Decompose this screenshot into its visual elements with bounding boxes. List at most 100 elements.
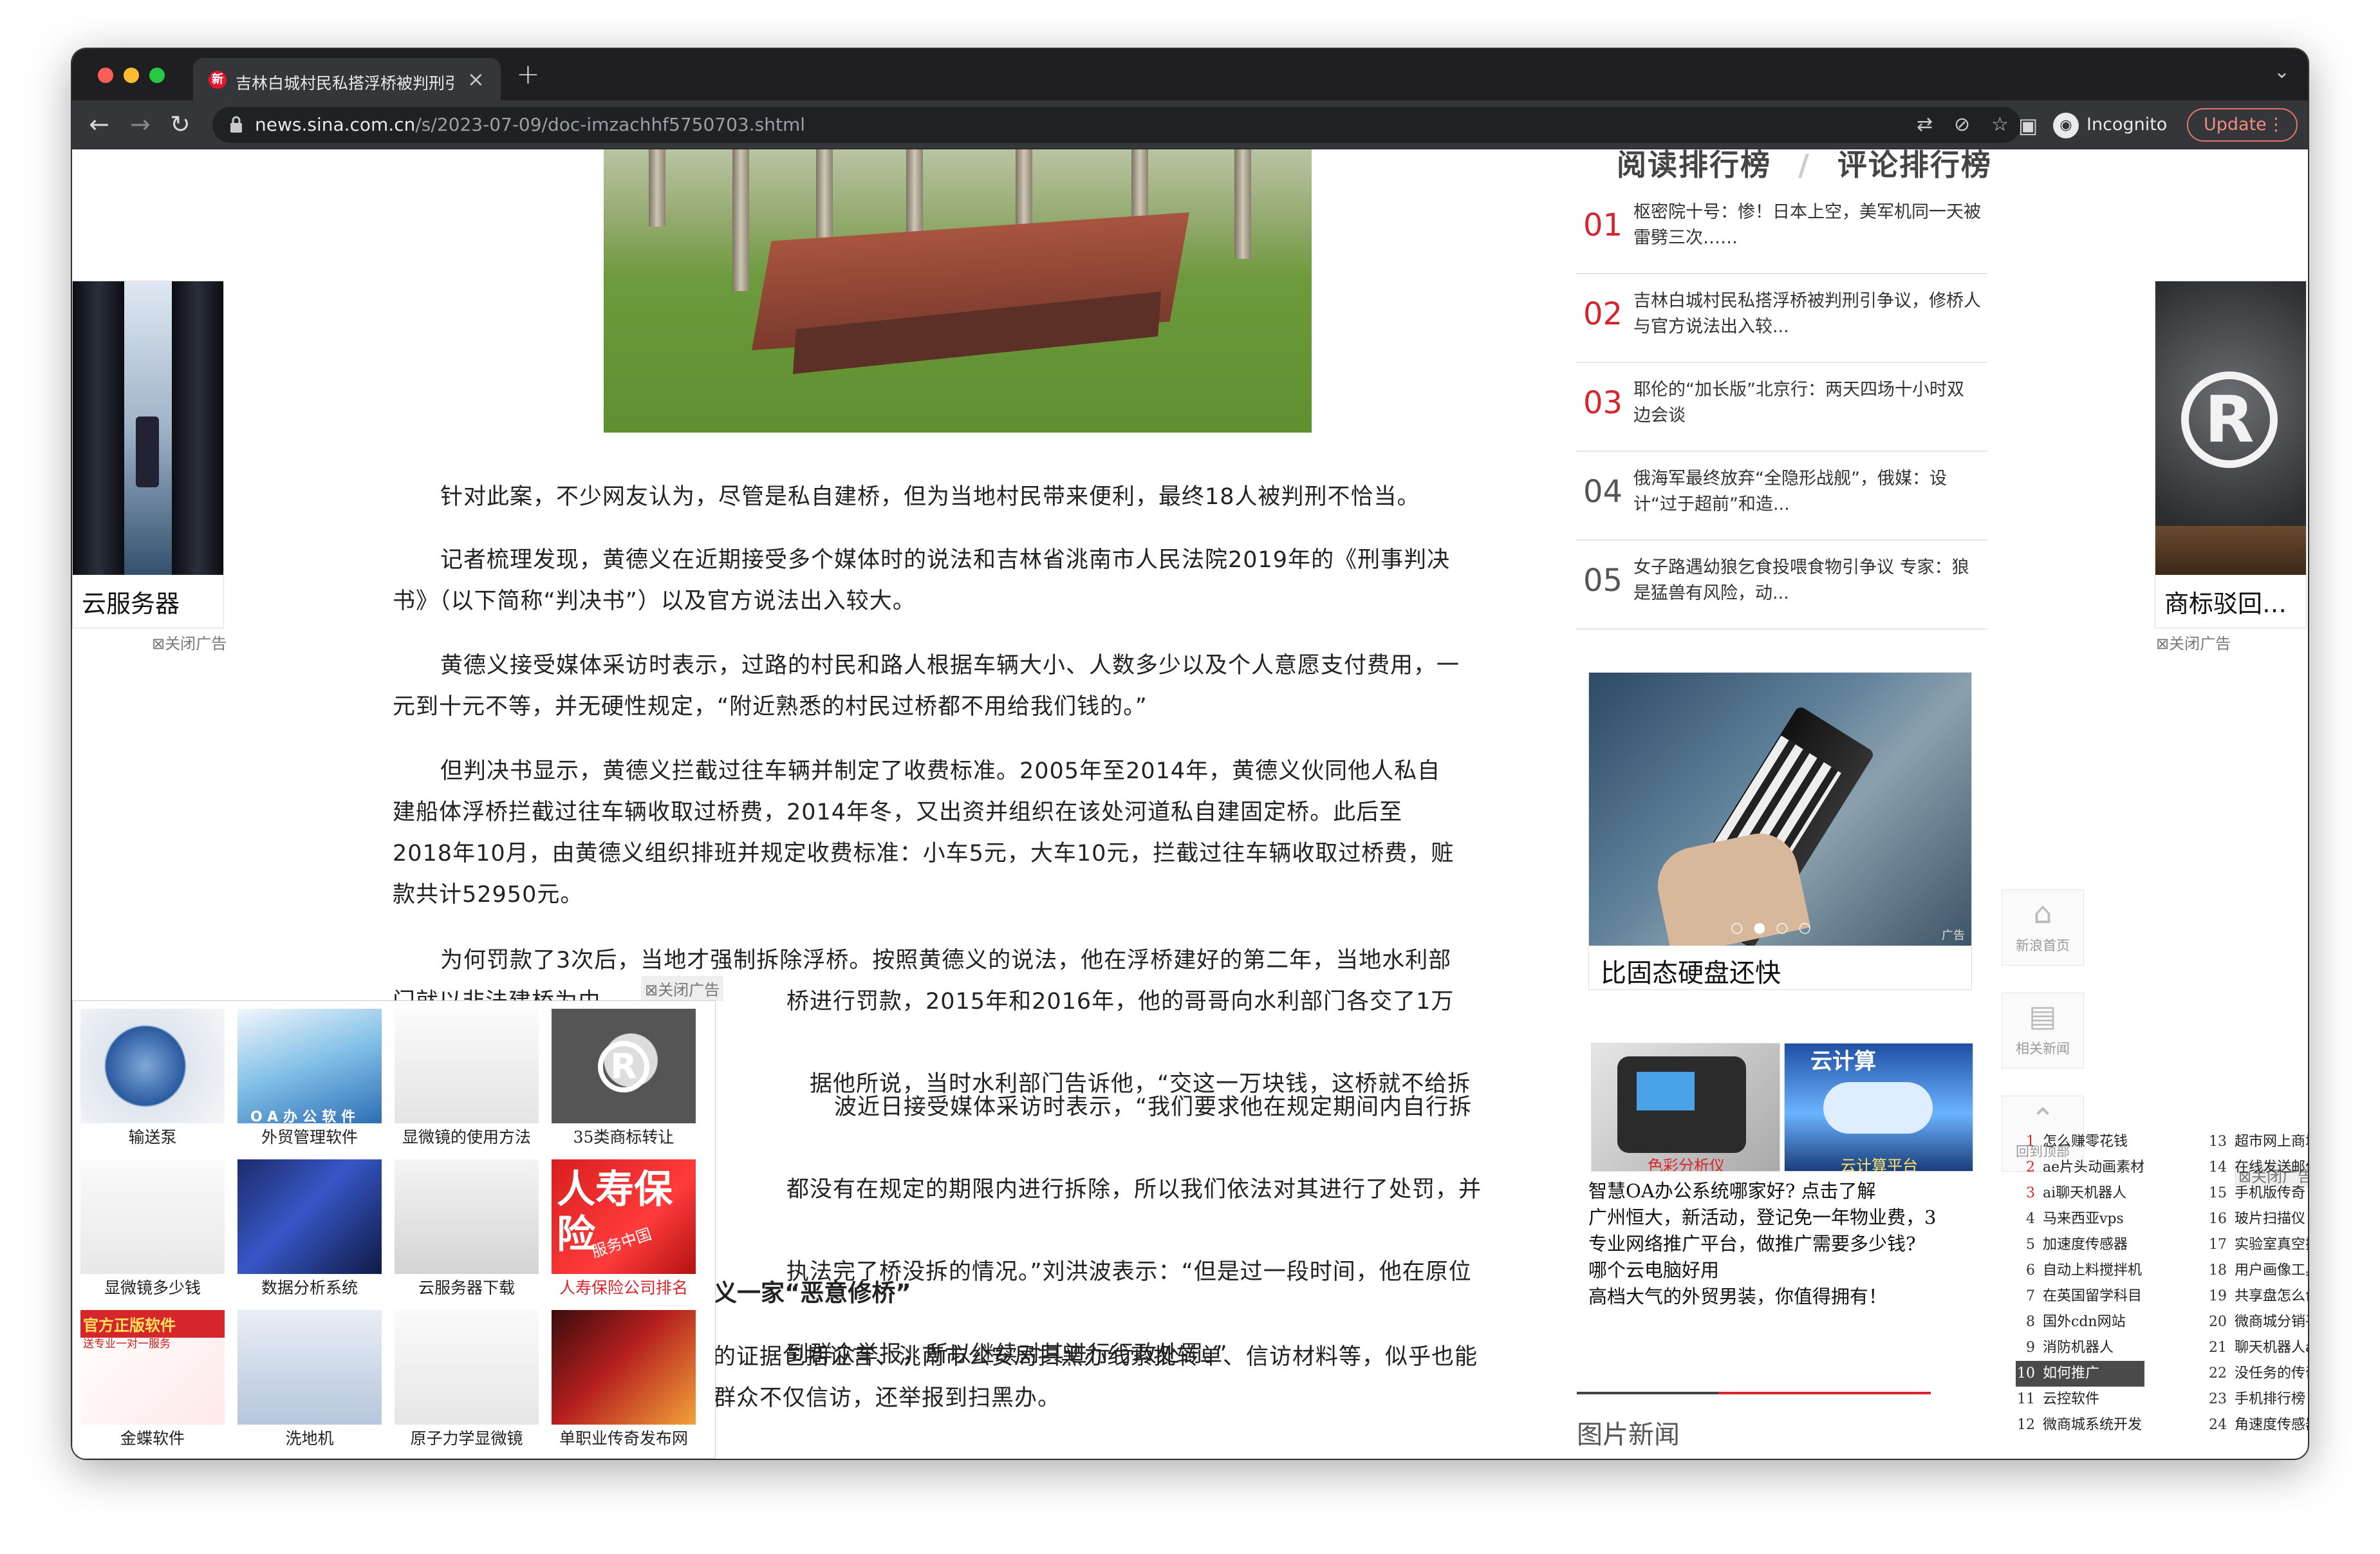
- keyword-item[interactable]: 15 手机版传奇: [2208, 1181, 2308, 1206]
- grid-ad-item[interactable]: 原子力学显微镜: [391, 1306, 543, 1448]
- keyword-item[interactable]: 10 如何推广: [2016, 1361, 2145, 1387]
- float-nav-related[interactable]: ▤ 相关新闻: [2002, 993, 2084, 1069]
- lock-icon[interactable]: [229, 115, 243, 135]
- right-side-ad[interactable]: R 商标驳回…: [2155, 281, 2307, 628]
- sidepanel-icon[interactable]: ▣: [2018, 113, 2038, 138]
- keyword-item[interactable]: 24 角速度传感器: [2208, 1412, 2308, 1438]
- grid-ad-item[interactable]: 官方正版软件 送专业一对一服务 金蝶软件: [77, 1306, 228, 1448]
- close-window-button[interactable]: [98, 68, 113, 83]
- slide-ad-caption: 比固态硬盘还快: [1601, 959, 1781, 988]
- keyword-rank: 20: [2209, 1314, 2227, 1330]
- keyword-item[interactable]: 5 加速度传感器: [2016, 1232, 2144, 1258]
- keyword-item[interactable]: 23 手机排行榜: [2208, 1387, 2308, 1412]
- grid-ad-image: [80, 1009, 225, 1123]
- tab-search-icon[interactable]: ⌄: [2274, 61, 2290, 83]
- keyword-rank: 1: [2026, 1134, 2035, 1150]
- grid-ad-item[interactable]: R 35类商标转让: [548, 1005, 700, 1147]
- rank-item[interactable]: 05 女子路遇幼狼乞食投喂食物引争议 专家：狼是猛兽有风险，动...: [1576, 541, 1987, 630]
- keyword-text: 自动上料搅拌机: [2043, 1262, 2143, 1278]
- ad-text-link[interactable]: 广州恒大，新活动，登记免一年物业费，3: [1588, 1204, 1977, 1230]
- keyword-item[interactable]: 16 玻片扫描仪: [2208, 1206, 2308, 1232]
- ad-text-link[interactable]: 哪个云电脑好用: [1588, 1257, 1977, 1283]
- left-side-ad[interactable]: 云服务器: [72, 281, 224, 628]
- ad-text-link[interactable]: 高档大气的外贸男装，你值得拥有！: [1588, 1284, 1977, 1309]
- grid-ad-label: 单职业传奇发布网: [559, 1429, 688, 1448]
- keyword-item[interactable]: 6 自动上料搅拌机: [2016, 1258, 2144, 1284]
- grid-ad-image: [395, 1310, 539, 1425]
- rank-item[interactable]: 04 俄海军最终放弃“全隐形战舰”，俄媒：设计“过于超前”和造...: [1576, 452, 1987, 541]
- slide-ad[interactable]: ○●○○ 广告 比固态硬盘还快: [1588, 672, 1972, 990]
- minimize-window-button[interactable]: [124, 68, 139, 83]
- keyword-item[interactable]: 13 超市网上商城: [2208, 1129, 2308, 1155]
- grid-ad-item[interactable]: 人寿保险 服务中国 人寿保险公司排名: [548, 1156, 700, 1297]
- update-button[interactable]: Update ⋮: [2187, 108, 2298, 142]
- translate-icon[interactable]: ⇄: [1917, 113, 1933, 136]
- keyword-item[interactable]: 7 在英国留学科目: [2016, 1284, 2144, 1309]
- keyword-item[interactable]: 22 没任务的传奇: [2208, 1361, 2308, 1387]
- rank-item[interactable]: 01 枢密院十号：惨！日本上空，美军机同一天被雷劈三次……: [1576, 185, 1987, 274]
- grid-ad-close-button[interactable]: ⊠关闭广告: [641, 976, 724, 1001]
- tab-reading-rank[interactable]: 阅读排行榜: [1617, 149, 1771, 182]
- grid-ad-item[interactable]: 单职业传奇发布网: [548, 1306, 700, 1448]
- keyword-text: 消防机器人: [2043, 1340, 2114, 1356]
- address-bar[interactable]: news.sina.com.cn/s/2023-07-09/doc-imzach…: [212, 107, 2021, 143]
- keyword-item[interactable]: 12 微商城系统开发: [2016, 1412, 2144, 1438]
- keyword-item[interactable]: 14 在线发送邮件: [2208, 1155, 2308, 1181]
- keyword-item[interactable]: 3 ai聊天机器人: [2016, 1181, 2144, 1206]
- keyword-item[interactable]: 17 实验室真空搅拌: [2208, 1232, 2308, 1258]
- keyword-item[interactable]: 20 微商城分销平台: [2208, 1309, 2308, 1335]
- grid-ad-item[interactable]: 输送泵: [77, 1005, 228, 1147]
- grid-ad-item[interactable]: 洗地机: [234, 1306, 386, 1448]
- zoom-window-button[interactable]: [149, 68, 165, 83]
- incognito-indicator[interactable]: ◉ Incognito: [2053, 109, 2167, 140]
- ad-tag: 广告: [1942, 929, 1965, 942]
- tab-comment-rank[interactable]: 评论排行榜: [1837, 149, 1992, 182]
- keyword-text: 国外cdn网站: [2043, 1314, 2126, 1330]
- grid-ad-image: [80, 1159, 225, 1274]
- keyword-rank: 17: [2209, 1237, 2227, 1253]
- trademark-image: R: [2155, 281, 2306, 575]
- keyword-list-a: 1 怎么赚零花钱 2 ae片头动画素材 3 ai聊天机器人 4 马来西亚vps 5 加速度传感器 6…: [2016, 1129, 2145, 1438]
- float-nav-home[interactable]: ⌂ 新浪首页: [2002, 890, 2084, 966]
- rank-item[interactable]: 03 耶伦的“加长版”北京行：两天四场十小时双边会谈: [1576, 363, 1987, 452]
- keyword-item[interactable]: 4 马来西亚vps: [2016, 1206, 2144, 1232]
- ad-image-caption: 色彩分析仪: [1648, 1157, 1725, 1172]
- article-paragraph: 针对此案，不少网友认为，尽管是私自建桥，但为当地村民带来便利，最终18人被判刑不…: [393, 476, 1487, 518]
- new-tab-button[interactable]: +: [516, 58, 540, 91]
- reload-icon[interactable]: ↻: [170, 109, 191, 139]
- incognito-label: Incognito: [2087, 115, 2168, 135]
- ad-text-link[interactable]: 专业网络推广平台，做推广需要多少钱?: [1588, 1231, 1977, 1257]
- eye-off-icon[interactable]: ⊘: [1954, 113, 1970, 136]
- grid-ad-label: 35类商标转让: [573, 1128, 674, 1147]
- active-tab[interactable]: 新 吉林白城村民私搭浮桥被判刑引 ×: [193, 58, 501, 100]
- carousel-dots[interactable]: ○●○○: [1731, 920, 1821, 936]
- article-line: 群众不仅信访，还举报到扫黑办。: [713, 1385, 1061, 1411]
- keyword-item[interactable]: 19 共享盘怎么创建: [2208, 1284, 2308, 1309]
- star-icon[interactable]: ☆: [1991, 113, 2009, 136]
- keyword-rank: 7: [2026, 1288, 2035, 1304]
- back-icon[interactable]: ←: [89, 109, 109, 139]
- keyword-rank: 16: [2209, 1211, 2227, 1227]
- keyword-item[interactable]: 8 国外cdn网站: [2016, 1309, 2144, 1335]
- right-ad-close-button[interactable]: ⊠关闭广告: [2156, 631, 2231, 653]
- keyword-text: 手机版传奇: [2235, 1185, 2306, 1201]
- rank-item[interactable]: 02 吉林白城村民私搭浮桥被判刑引争议，修桥人与官方说法出入较...: [1576, 274, 1987, 363]
- grid-ad-item[interactable]: 显微镜的使用方法: [391, 1005, 543, 1147]
- grid-ad-item[interactable]: 云服务器下载: [391, 1156, 543, 1297]
- keyword-item[interactable]: 18 用户画像工具: [2208, 1258, 2308, 1284]
- grid-ad-item[interactable]: 数据分析系统: [234, 1156, 386, 1297]
- keyword-item[interactable]: 1 怎么赚零花钱: [2016, 1129, 2144, 1155]
- grid-ad-item[interactable]: 显微镜多少钱: [77, 1156, 228, 1297]
- grid-ad-item[interactable]: OA办公软件 外贸管理软件: [234, 1005, 386, 1147]
- float-nav-label: 相关新闻: [2016, 1041, 2070, 1056]
- keyword-rank: 9: [2026, 1340, 2035, 1356]
- keyword-item[interactable]: 9 消防机器人: [2016, 1335, 2144, 1361]
- grid-ad-label: 外贸管理软件: [261, 1128, 358, 1147]
- keyword-item[interactable]: 21 聊天机器人api: [2208, 1335, 2308, 1361]
- ad-text-link[interactable]: 智慧OA办公系统哪家好? 点击了解: [1588, 1178, 1977, 1204]
- keyword-item[interactable]: 2 ae片头动画素材: [2016, 1155, 2144, 1181]
- keyword-item[interactable]: 11 云控软件: [2016, 1387, 2144, 1412]
- left-ad-close-button[interactable]: ⊠关闭广告: [152, 631, 227, 653]
- tab-close-icon[interactable]: ×: [467, 67, 485, 91]
- forward-icon[interactable]: →: [130, 109, 151, 139]
